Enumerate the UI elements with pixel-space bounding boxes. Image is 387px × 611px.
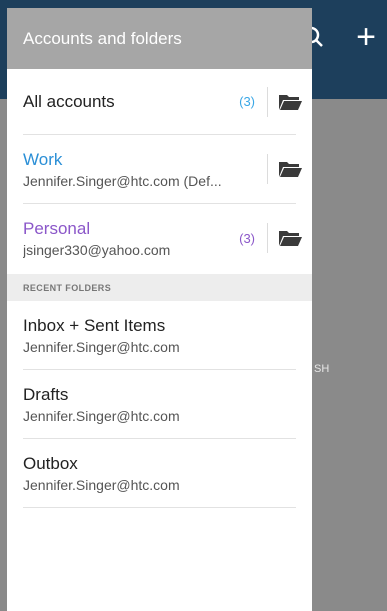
account-email: jsinger330@yahoo.com: [23, 241, 171, 258]
account-info: Work Jennifer.Singer@htc.com (Def...: [23, 150, 225, 189]
account-name: Work: [23, 149, 63, 169]
divider: [23, 507, 296, 508]
folder-name: Outbox: [23, 453, 78, 473]
folder-name: Inbox + Sent Items: [23, 315, 166, 335]
folder-icon[interactable]: [268, 149, 312, 189]
folder-icon[interactable]: [268, 82, 312, 122]
account-email: Jennifer.Singer@htc.com (Def...: [23, 172, 222, 189]
recent-folders-header: RECENT FOLDERS: [7, 274, 312, 301]
section-label: RECENT FOLDERS: [23, 282, 112, 293]
drawer-title: Accounts and folders: [23, 28, 182, 48]
account-row-work[interactable]: Work Jennifer.Singer@htc.com (Def...: [7, 135, 312, 203]
folder-account-email: Jennifer.Singer@htc.com: [23, 407, 180, 424]
plus-icon[interactable]: +: [351, 20, 381, 54]
folder-account-email: Jennifer.Singer@htc.com: [23, 476, 180, 493]
folder-account-email: Jennifer.Singer@htc.com: [23, 338, 180, 355]
account-row-all[interactable]: All accounts (3): [7, 69, 312, 134]
folder-row-inbox-sent[interactable]: Inbox + Sent Items Jennifer.Singer@htc.c…: [7, 301, 312, 369]
folder-name: Drafts: [23, 384, 69, 404]
account-name: All accounts: [23, 91, 115, 111]
background-list-text: SH: [314, 363, 330, 375]
account-info: Personal jsinger330@yahoo.com: [23, 219, 225, 258]
unread-count: (3): [239, 94, 255, 109]
drawer-header: Accounts and folders: [7, 8, 312, 69]
folder-row-outbox[interactable]: Outbox Jennifer.Singer@htc.com: [7, 439, 312, 507]
account-info: All accounts: [23, 92, 225, 112]
accounts-drawer: Accounts and folders All accounts (3) Wo…: [7, 8, 312, 611]
folder-info: Outbox Jennifer.Singer@htc.com: [23, 454, 312, 493]
folder-icon[interactable]: [268, 218, 312, 258]
account-name: Personal: [23, 218, 91, 238]
unread-count: (3): [239, 230, 255, 246]
folder-row-drafts[interactable]: Drafts Jennifer.Singer@htc.com: [7, 370, 312, 438]
account-row-personal[interactable]: Personal jsinger330@yahoo.com (3): [7, 204, 312, 272]
folder-info: Drafts Jennifer.Singer@htc.com: [23, 385, 312, 424]
folder-info: Inbox + Sent Items Jennifer.Singer@htc.c…: [23, 316, 312, 355]
